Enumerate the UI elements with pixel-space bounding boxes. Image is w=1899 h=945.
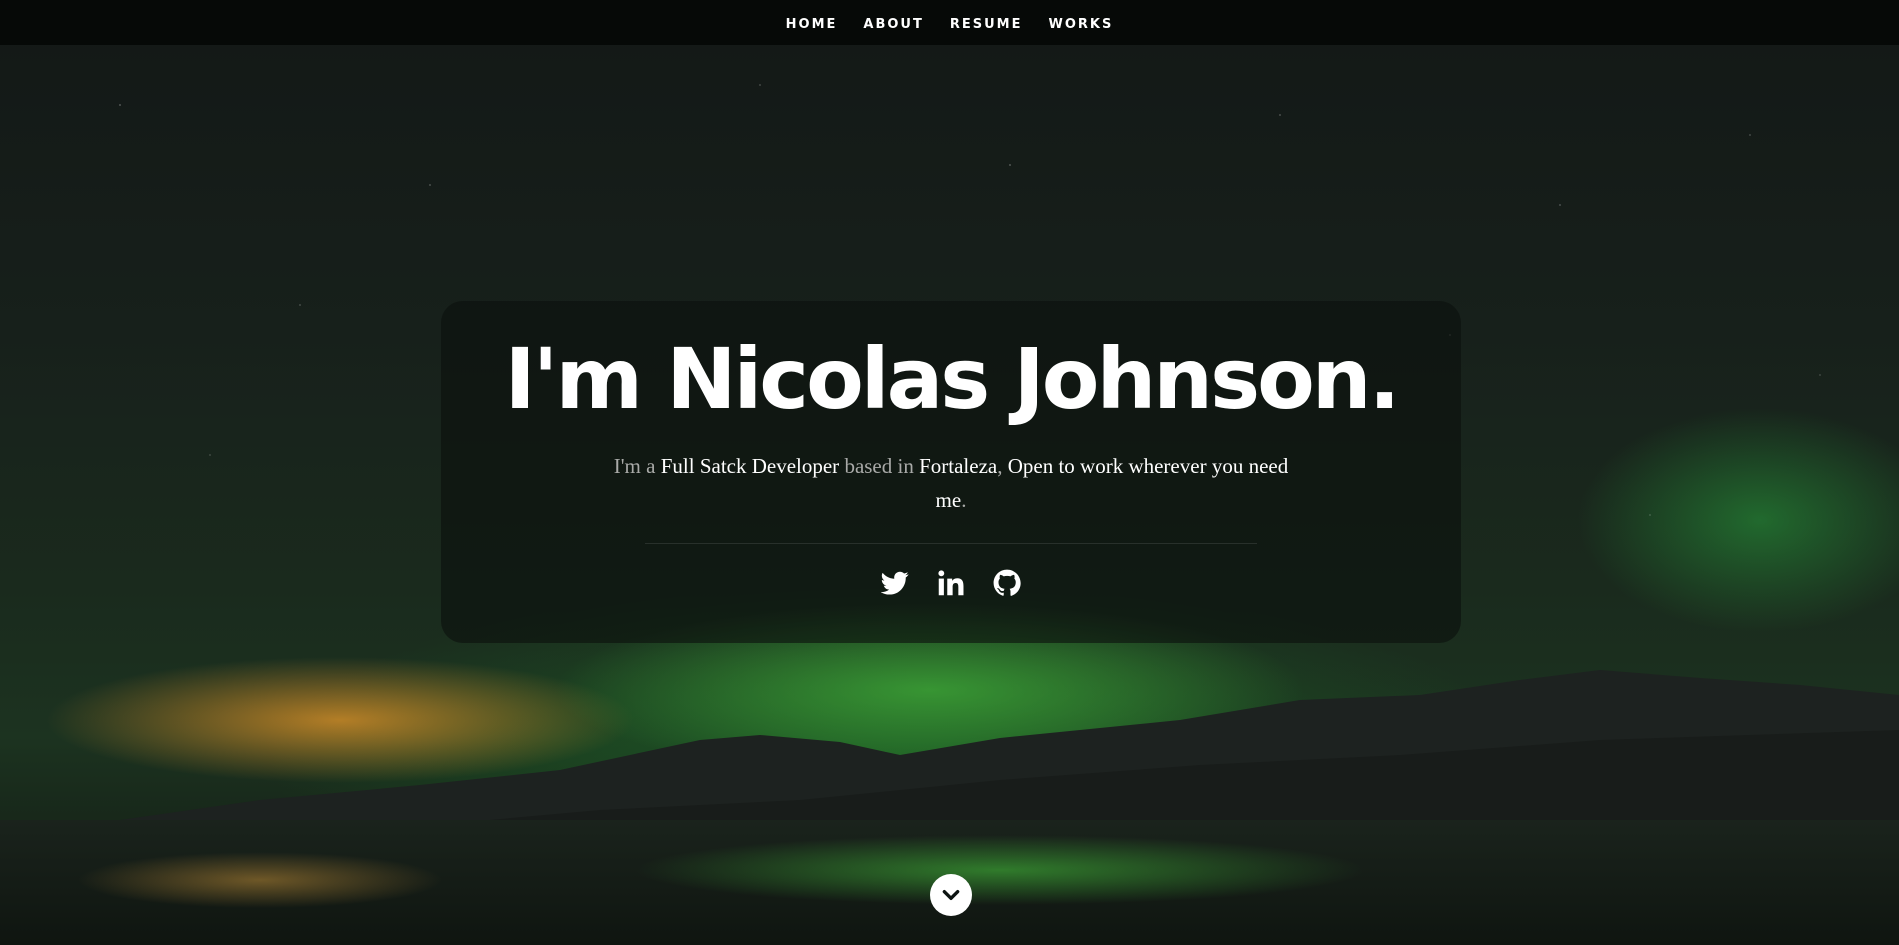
twitter-link[interactable] — [880, 568, 910, 598]
twitter-icon — [881, 571, 909, 595]
scroll-down-button[interactable] — [930, 874, 972, 916]
nav-link-works[interactable]: WORKS — [1036, 17, 1127, 32]
nav-item-home: HOME — [773, 13, 851, 32]
github-icon — [993, 569, 1021, 596]
hero-divider — [645, 543, 1257, 544]
nav-link-resume[interactable]: RESUME — [937, 17, 1036, 32]
nav-link-about[interactable]: ABOUT — [850, 17, 936, 32]
nav-link-home[interactable]: HOME — [773, 17, 851, 32]
desc-based: based in — [839, 454, 920, 478]
linkedin-icon — [938, 570, 964, 596]
desc-city: Fortaleza — [919, 454, 998, 478]
hero-card: I'm Nicolas Johnson. I'm a Full Satck De… — [441, 301, 1461, 643]
top-navbar: HOME ABOUT RESUME WORKS — [0, 0, 1899, 45]
nav-item-resume: RESUME — [937, 13, 1036, 32]
desc-period: . — [961, 488, 967, 512]
linkedin-link[interactable] — [936, 568, 966, 598]
desc-comma: , — [997, 454, 1008, 478]
nav-list: HOME ABOUT RESUME WORKS — [773, 13, 1127, 32]
desc-intro: I'm a — [613, 454, 661, 478]
hero-title: I'm Nicolas Johnson. — [504, 330, 1400, 428]
social-links — [441, 568, 1461, 598]
nav-item-works: WORKS — [1036, 13, 1127, 32]
chevron-down-icon — [942, 890, 960, 900]
github-link[interactable] — [992, 568, 1022, 598]
nav-item-about: ABOUT — [850, 13, 936, 32]
hero-description: I'm a Full Satck Developer based in Fort… — [606, 449, 1296, 517]
desc-role: Full Satck Developer — [660, 454, 840, 478]
